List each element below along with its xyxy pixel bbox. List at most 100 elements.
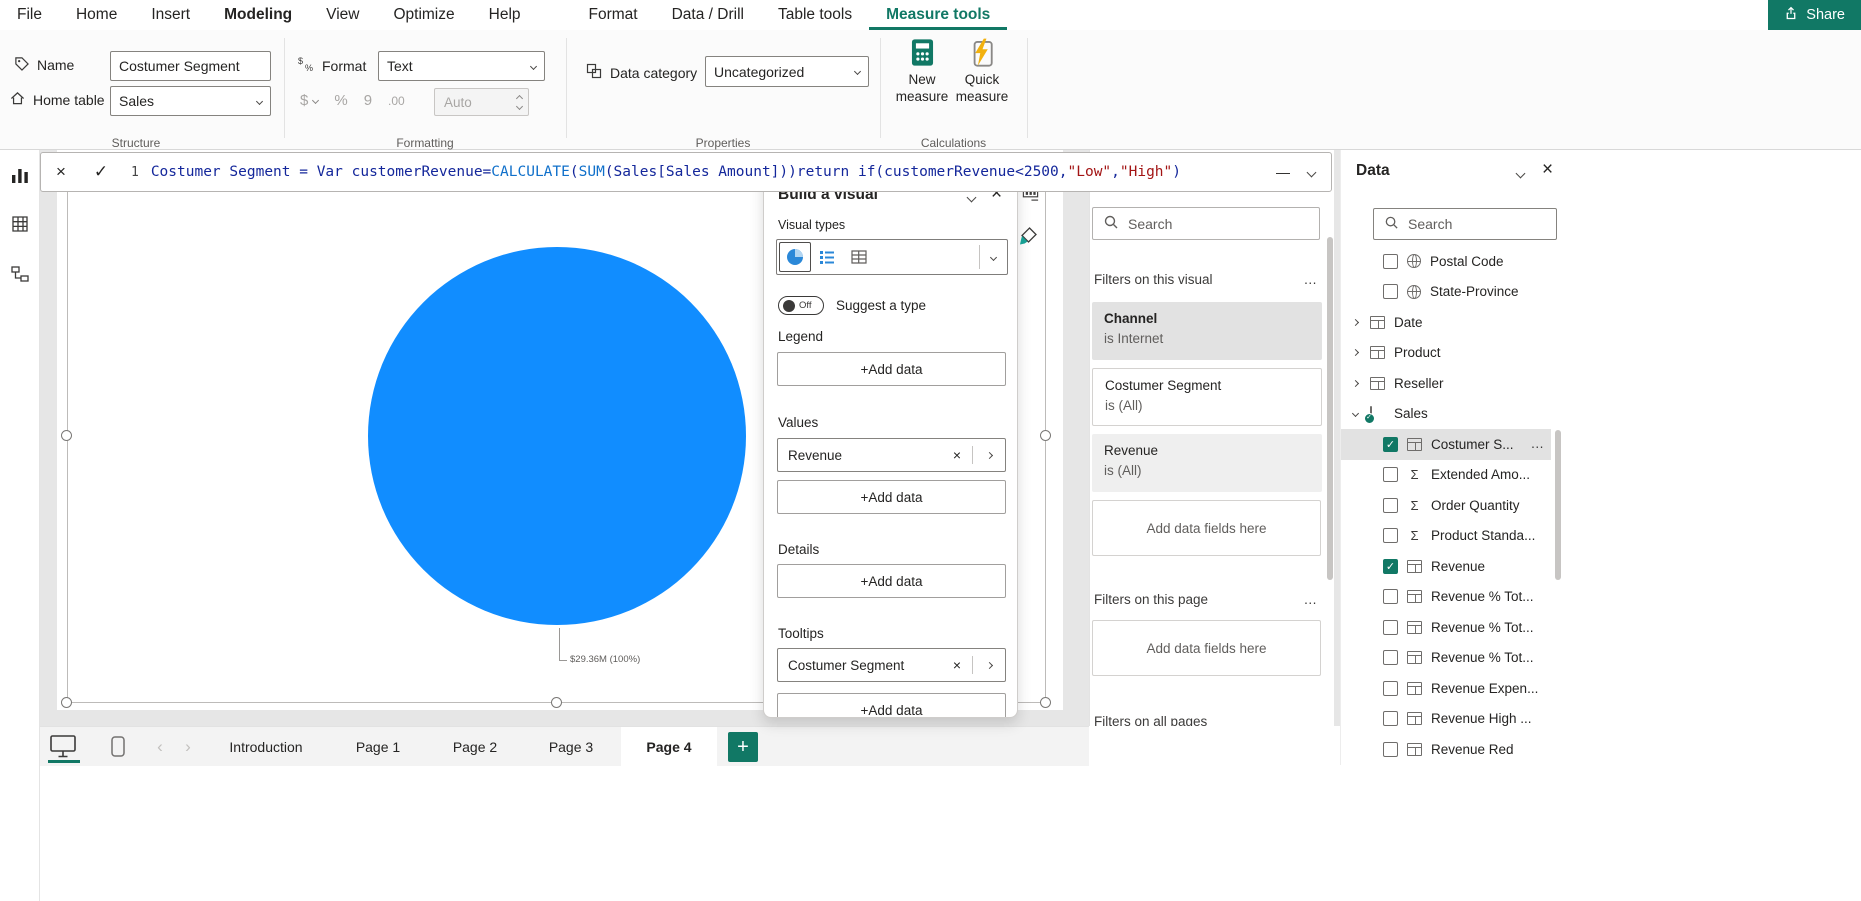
table-row[interactable]: Product — [1341, 338, 1551, 369]
data-scrollbar[interactable] — [1555, 430, 1561, 580]
next-page-icon[interactable]: › — [180, 727, 196, 767]
field-row-selected[interactable]: Costumer S... … — [1341, 429, 1551, 460]
field-checkbox[interactable] — [1383, 619, 1398, 635]
field-row[interactable]: Revenue Red — [1341, 734, 1551, 765]
filters-search-input[interactable]: Search — [1092, 207, 1320, 240]
field-checkbox[interactable] — [1383, 497, 1398, 513]
field-checkbox[interactable] — [1383, 284, 1398, 300]
new-measure-button[interactable]: New measure — [893, 38, 951, 105]
field-checkbox[interactable] — [1383, 467, 1398, 483]
values-add-data-button[interactable]: +Add data — [777, 480, 1006, 514]
legend-add-data-button[interactable]: +Add data — [777, 352, 1006, 386]
menu-measure-tools[interactable]: Measure tools — [869, 0, 1007, 30]
commit-formula-icon[interactable]: ✓ — [81, 162, 121, 182]
add-data-fields-dropzone[interactable]: Add data fields here — [1092, 620, 1321, 676]
field-checkbox[interactable] — [1383, 680, 1398, 696]
field-checkbox[interactable] — [1383, 528, 1398, 544]
chevron-right-icon[interactable] — [1349, 318, 1361, 326]
page-tab-introduction[interactable]: Introduction — [210, 727, 322, 767]
field-row[interactable]: Revenue % Tot... — [1341, 643, 1551, 674]
field-options-chevron-icon[interactable] — [973, 661, 1005, 669]
percent-format-button[interactable]: % — [334, 92, 347, 109]
page-tab-page-1[interactable]: Page 1 — [332, 727, 424, 767]
field-row[interactable]: Revenue % Tot... — [1341, 612, 1551, 643]
add-data-fields-dropzone[interactable]: Add data fields here — [1092, 500, 1321, 556]
field-checkbox[interactable] — [1383, 650, 1398, 666]
auto-stepper[interactable] — [515, 94, 524, 110]
add-page-button[interactable]: + — [728, 732, 758, 762]
filter-card-revenue[interactable]: Revenue is (All) — [1092, 434, 1322, 492]
expand-formula-chevron-icon[interactable] — [1306, 167, 1317, 177]
field-row[interactable]: State-Province — [1341, 277, 1551, 308]
close-pane-icon[interactable]: × — [1542, 159, 1553, 181]
resize-handle-bottom-left[interactable] — [61, 697, 72, 708]
field-checkbox[interactable] — [1383, 711, 1398, 727]
home-table-select[interactable]: Sales — [110, 86, 271, 116]
data-category-select[interactable]: Uncategorized — [705, 56, 869, 87]
table-view-icon[interactable] — [10, 214, 30, 237]
previous-page-icon[interactable]: ‹ — [152, 727, 168, 767]
menu-help[interactable]: Help — [472, 0, 538, 30]
collapse-formula-icon[interactable]: — — [1276, 164, 1290, 180]
formula-text[interactable]: Costumer Segment = Var customerRevenue=C… — [151, 164, 1260, 180]
collapse-pane-chevron-icon[interactable] — [1515, 168, 1526, 179]
report-view-icon[interactable] — [10, 166, 30, 189]
menu-home[interactable]: Home — [59, 0, 134, 30]
pie-chart-visual[interactable] — [368, 247, 746, 625]
tooltips-add-data-button[interactable]: +Add data — [777, 693, 1006, 717]
field-row[interactable]: Revenue High ... — [1341, 704, 1551, 735]
remove-field-icon[interactable]: × — [942, 657, 972, 673]
formula-bar[interactable]: × ✓ 1 Costumer Segment = Var customerRev… — [40, 152, 1332, 192]
field-row[interactable]: Extended Amo... — [1341, 460, 1551, 491]
currency-format-button[interactable]: $ — [300, 92, 320, 109]
page-tab-page-2[interactable]: Page 2 — [429, 727, 521, 767]
remove-field-icon[interactable]: × — [942, 447, 972, 463]
field-checkbox[interactable] — [1383, 741, 1398, 757]
menu-data-drill[interactable]: Data / Drill — [655, 0, 761, 30]
more-options-icon[interactable]: … — [1304, 272, 1319, 287]
field-checkbox-checked[interactable] — [1383, 558, 1398, 574]
field-checkbox[interactable] — [1383, 253, 1398, 269]
more-options-icon[interactable]: … — [1531, 429, 1546, 460]
field-checkbox-checked[interactable] — [1383, 436, 1398, 452]
field-row[interactable]: Revenue — [1341, 551, 1551, 582]
field-checkbox[interactable] — [1383, 589, 1398, 605]
mobile-layout-icon[interactable] — [111, 736, 125, 760]
model-view-icon[interactable] — [10, 264, 30, 287]
resize-handle-right[interactable] — [1040, 430, 1051, 441]
tooltips-field-chip[interactable]: Costumer Segment × — [777, 648, 1006, 682]
pie-chart-type-icon[interactable] — [779, 242, 811, 272]
menu-optimize[interactable]: Optimize — [376, 0, 471, 30]
field-row[interactable]: Revenue Expen... — [1341, 673, 1551, 704]
stepper-down-icon[interactable] — [515, 102, 524, 110]
filter-card-channel[interactable]: Channel is Internet — [1092, 302, 1322, 360]
field-row[interactable]: Revenue % Tot... — [1341, 582, 1551, 613]
stepper-up-icon[interactable] — [515, 94, 524, 102]
filter-card-costumer-segment[interactable]: Costumer Segment is (All) — [1092, 368, 1322, 426]
table-row-sales[interactable]: Sales — [1341, 399, 1551, 430]
format-select[interactable]: Text — [378, 51, 545, 81]
format-visual-pane-icon[interactable] — [1018, 226, 1038, 249]
page-tab-page-3[interactable]: Page 3 — [525, 727, 617, 767]
filters-scrollbar[interactable] — [1327, 237, 1333, 580]
table-row[interactable]: Date — [1341, 307, 1551, 338]
menu-file[interactable]: File — [0, 0, 59, 30]
measure-name-input-value[interactable] — [119, 58, 262, 74]
decimal-places-input[interactable]: Auto — [434, 88, 529, 116]
desktop-layout-icon[interactable] — [50, 735, 76, 761]
field-row[interactable]: Product Standa... — [1341, 521, 1551, 552]
collapse-panel-chevron-icon[interactable] — [966, 192, 977, 203]
chevron-right-icon[interactable] — [1349, 349, 1361, 357]
menu-insert[interactable]: Insert — [134, 0, 207, 30]
field-options-chevron-icon[interactable] — [973, 451, 1005, 459]
more-visual-types-chevron-icon[interactable] — [980, 242, 1007, 272]
menu-format[interactable]: Format — [572, 0, 655, 30]
field-row[interactable]: Postal Code — [1341, 246, 1551, 277]
table-row[interactable]: Reseller — [1341, 368, 1551, 399]
thousands-format-button[interactable]: 9 — [364, 92, 372, 109]
chevron-down-icon[interactable] — [1349, 410, 1361, 418]
resize-handle-bottom[interactable] — [551, 697, 562, 708]
quick-measure-button[interactable]: Quick measure — [953, 38, 1011, 105]
suggest-type-toggle[interactable]: Off — [778, 296, 824, 315]
table-visual-type-icon[interactable] — [843, 242, 875, 272]
